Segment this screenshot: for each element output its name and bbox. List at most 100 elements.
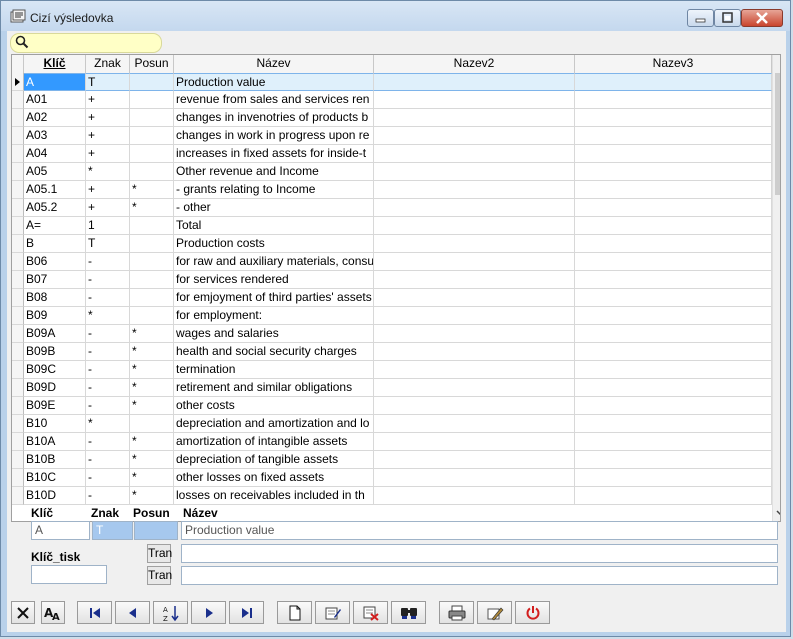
cell-nazev3[interactable] — [575, 235, 772, 253]
table-row[interactable]: B07- for services rendered — [12, 271, 772, 289]
cell-znak[interactable]: - — [86, 397, 130, 415]
table-row[interactable]: A05.2 + * - other — [12, 199, 772, 217]
table-row[interactable]: A03 + changes in work in progress upon re — [12, 127, 772, 145]
cell-nazev3[interactable] — [575, 145, 772, 163]
cell-posun[interactable] — [130, 235, 174, 253]
cell-nazev[interactable]: Production value — [174, 73, 374, 91]
column-header-klic[interactable]: Klíč — [24, 55, 86, 73]
cell-nazev3[interactable] — [575, 127, 772, 145]
column-header-posun[interactable]: Posun — [130, 55, 174, 73]
row-indicator[interactable] — [12, 271, 24, 289]
cell-klic[interactable]: B08 — [24, 289, 86, 307]
cell-nazev3[interactable] — [575, 271, 772, 289]
nazev-field[interactable]: Production value — [181, 521, 778, 540]
cell-nazev[interactable]: termination — [174, 361, 374, 379]
cell-nazev[interactable]: - other — [174, 199, 374, 217]
cell-klic[interactable]: B06 — [24, 253, 86, 271]
klic-tisk-field[interactable] — [31, 565, 107, 584]
row-indicator[interactable] — [12, 361, 24, 379]
cell-znak[interactable]: + — [86, 91, 130, 109]
cell-nazev[interactable]: other losses on fixed assets — [174, 469, 374, 487]
cell-nazev2[interactable] — [374, 199, 575, 217]
cell-znak[interactable]: - — [86, 271, 130, 289]
table-row[interactable]: A01 + revenue from sales and services ren — [12, 91, 772, 109]
table-row[interactable]: B08- for emjoyment of third parties' asse… — [12, 289, 772, 307]
table-row[interactable]: B09C - * termination — [12, 361, 772, 379]
cell-klic[interactable]: B09A — [24, 325, 86, 343]
cell-nazev[interactable]: Production costs — [174, 235, 374, 253]
cell-klic[interactable]: A04 — [24, 145, 86, 163]
cell-nazev3[interactable] — [575, 379, 772, 397]
cell-nazev3[interactable] — [575, 289, 772, 307]
cell-znak[interactable]: - — [86, 361, 130, 379]
table-row[interactable]: B10A - * amortization of intangible assets — [12, 433, 772, 451]
cell-klic[interactable]: A02 — [24, 109, 86, 127]
cell-znak[interactable]: * — [86, 307, 130, 325]
cell-nazev[interactable]: Total — [174, 217, 374, 235]
cell-posun[interactable] — [130, 163, 174, 181]
cell-klic[interactable]: B10C — [24, 469, 86, 487]
cell-nazev3[interactable] — [575, 163, 772, 181]
row-indicator[interactable] — [12, 253, 24, 271]
close-window-button[interactable] — [741, 9, 783, 27]
table-row[interactable]: A= 1 Total — [12, 217, 772, 235]
cell-nazev[interactable]: for raw and auxiliary materials, consu — [174, 253, 374, 271]
cell-klic[interactable]: B09C — [24, 361, 86, 379]
current-row-indicator[interactable] — [12, 73, 24, 91]
tran-button-nazev2[interactable]: Tran — [147, 544, 172, 563]
row-indicator[interactable] — [12, 451, 24, 469]
cell-klic[interactable]: A01 — [24, 91, 86, 109]
cell-nazev2[interactable] — [374, 217, 575, 235]
table-row[interactable]: B T Production costs — [12, 235, 772, 253]
cell-znak[interactable]: + — [86, 109, 130, 127]
cell-nazev3[interactable] — [575, 361, 772, 379]
cell-znak[interactable]: + — [86, 199, 130, 217]
row-indicator[interactable] — [12, 145, 24, 163]
row-indicator[interactable] — [12, 469, 24, 487]
cell-nazev[interactable]: changes in invenotries of products b — [174, 109, 374, 127]
cell-nazev[interactable]: - grants relating to Income — [174, 181, 374, 199]
cell-nazev[interactable]: depreciation and amortization and lo — [174, 415, 374, 433]
column-header-nazev2[interactable]: Nazev2 — [374, 55, 575, 73]
cell-posun[interactable] — [130, 217, 174, 235]
table-row[interactable]: B09A - * wages and salaries — [12, 325, 772, 343]
cell-posun[interactable]: * — [130, 433, 174, 451]
cell-posun[interactable] — [130, 73, 174, 91]
print-button[interactable] — [439, 601, 474, 624]
cell-posun[interactable]: * — [130, 325, 174, 343]
cell-nazev3[interactable] — [575, 199, 772, 217]
cell-posun[interactable]: * — [130, 361, 174, 379]
cell-posun[interactable]: * — [130, 469, 174, 487]
table-row[interactable]: B09E - * other costs — [12, 397, 772, 415]
cell-nazev2[interactable] — [374, 145, 575, 163]
first-record-button[interactable] — [77, 601, 112, 624]
cell-nazev2[interactable] — [374, 343, 575, 361]
data-grid[interactable]: Klíč Znak Posun Název Nazev2 Nazev3 A T Pr… — [11, 54, 781, 522]
cell-nazev[interactable]: for employment: — [174, 307, 374, 325]
cell-posun[interactable] — [130, 127, 174, 145]
cell-posun[interactable] — [130, 91, 174, 109]
cell-nazev2[interactable] — [374, 361, 575, 379]
row-indicator[interactable] — [12, 235, 24, 253]
tran-button-nazev3[interactable]: Tran — [147, 566, 172, 585]
last-record-button[interactable] — [229, 601, 264, 624]
cell-nazev3[interactable] — [575, 73, 772, 91]
cell-nazev2[interactable] — [374, 253, 575, 271]
table-row[interactable]: B10C - * other losses on fixed assets — [12, 469, 772, 487]
row-indicator[interactable] — [12, 325, 24, 343]
cell-nazev2[interactable] — [374, 397, 575, 415]
next-record-button[interactable] — [191, 601, 226, 624]
cell-nazev2[interactable] — [374, 307, 575, 325]
cell-znak[interactable]: * — [86, 163, 130, 181]
cell-znak[interactable]: - — [86, 451, 130, 469]
cell-posun[interactable] — [130, 253, 174, 271]
cell-znak[interactable]: - — [86, 253, 130, 271]
cell-nazev[interactable]: retirement and similar obligations — [174, 379, 374, 397]
cell-znak[interactable]: + — [86, 181, 130, 199]
row-indicator[interactable] — [12, 397, 24, 415]
cell-nazev2[interactable] — [374, 127, 575, 145]
vertical-scrollbar[interactable] — [772, 55, 780, 521]
cell-znak[interactable]: T — [86, 235, 130, 253]
exit-button[interactable] — [515, 601, 550, 624]
cell-posun[interactable]: * — [130, 181, 174, 199]
